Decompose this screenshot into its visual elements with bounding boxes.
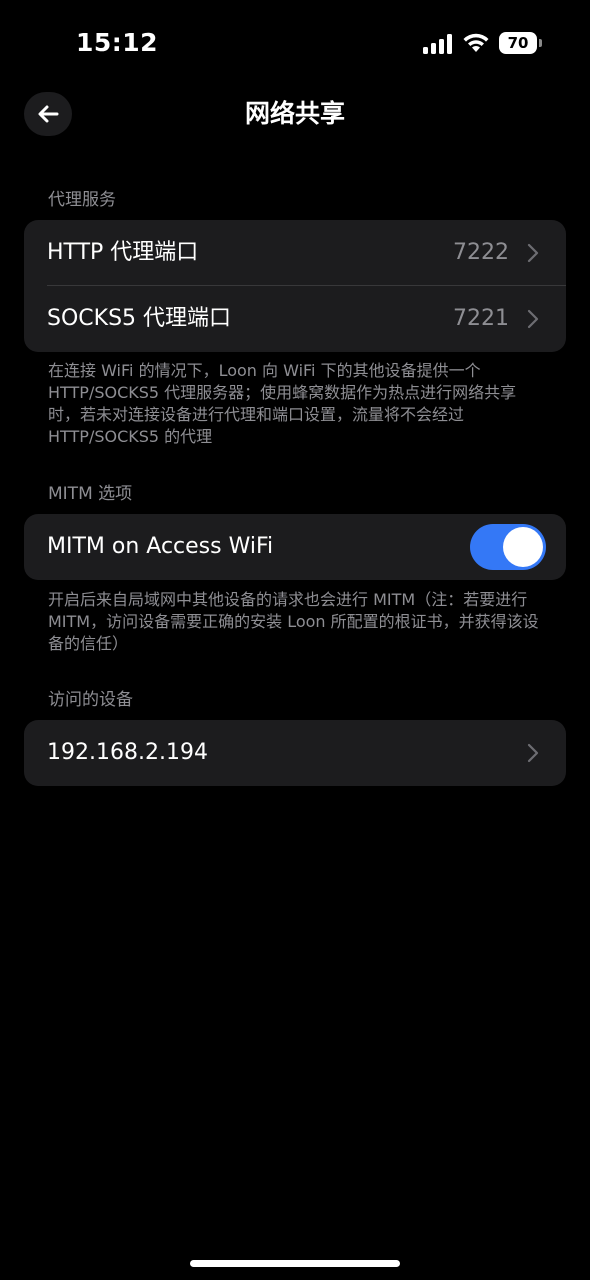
http-port-row[interactable]: HTTP 代理端口 7222 bbox=[24, 220, 566, 286]
http-port-label: HTTP 代理端口 bbox=[47, 240, 199, 265]
socks5-port-row[interactable]: SOCKS5 代理端口 7221 bbox=[24, 286, 566, 352]
mitm-toggle-row: MITM on Access WiFi bbox=[24, 514, 566, 580]
devices-card: 192.168.2.194 bbox=[24, 720, 566, 786]
status-time: 15:12 bbox=[76, 28, 159, 57]
mitm-card: MITM on Access WiFi bbox=[24, 514, 566, 580]
socks5-port-label: SOCKS5 代理端口 bbox=[47, 306, 232, 331]
wifi-icon bbox=[463, 33, 489, 52]
chevron-right-icon bbox=[527, 743, 539, 763]
home-indicator[interactable] bbox=[190, 1260, 400, 1267]
proxy-footer-note: 在连接 WiFi 的情况下，Loon 向 WiFi 下的其他设备提供一个 HTT… bbox=[48, 361, 517, 446]
chevron-right-icon bbox=[527, 243, 539, 263]
socks5-port-value: 7221 bbox=[453, 306, 509, 331]
status-bar: 15:12 70 bbox=[0, 0, 590, 88]
signal-icon bbox=[423, 34, 452, 54]
chevron-right-icon bbox=[527, 309, 539, 329]
battery-level: 70 bbox=[507, 34, 529, 52]
section-header-devices: 访问的设备 bbox=[48, 690, 133, 710]
section-header-mitm: MITM 选项 bbox=[48, 484, 133, 504]
mitm-toggle-label: MITM on Access WiFi bbox=[47, 534, 274, 559]
toggle-knob bbox=[503, 527, 543, 567]
mitm-toggle[interactable] bbox=[470, 524, 546, 570]
section-header-proxy: 代理服务 bbox=[48, 190, 116, 210]
page-title: 网络共享 bbox=[244, 99, 345, 128]
device-ip: 192.168.2.194 bbox=[47, 740, 208, 765]
battery-icon: 70 bbox=[499, 32, 543, 54]
http-port-value: 7222 bbox=[453, 240, 509, 265]
mitm-footer-note: 开启后来自局域网中其他设备的请求也会进行 MITM（注：若要进行 MITM，访问… bbox=[48, 590, 539, 653]
proxy-card: HTTP 代理端口 7222 SOCKS5 代理端口 7221 bbox=[24, 220, 566, 352]
device-row[interactable]: 192.168.2.194 bbox=[24, 720, 566, 786]
